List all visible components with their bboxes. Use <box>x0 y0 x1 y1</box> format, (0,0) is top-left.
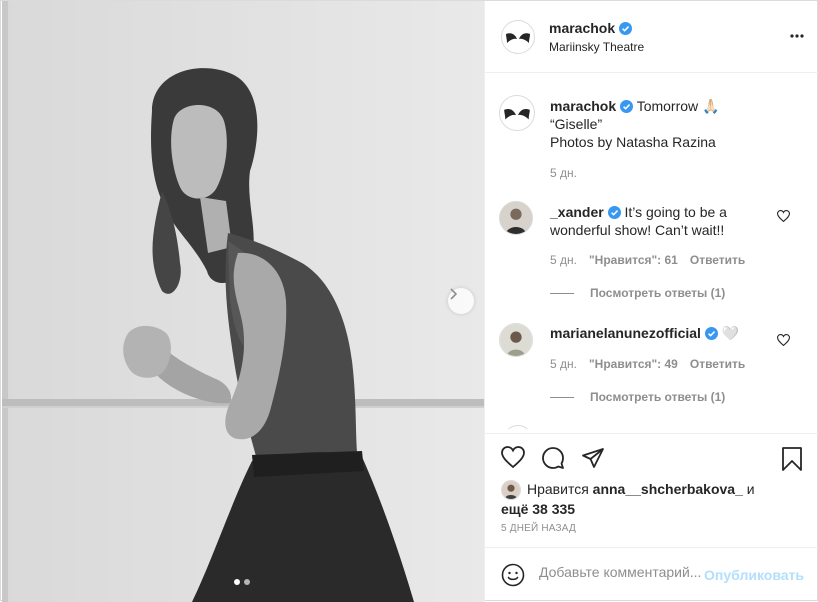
speech-bubble-icon <box>542 447 564 469</box>
chevron-right-icon <box>450 288 458 300</box>
comment-avatar[interactable] <box>499 323 533 357</box>
post-actions: Нравится anna__shcherbakova_ и ещё 38 33… <box>485 433 818 547</box>
heart-outline-icon <box>776 334 791 347</box>
comment-2-meta: 5 дн. "Нравится": 49 Ответить <box>550 357 745 371</box>
publish-button[interactable]: Опубликовать <box>704 567 804 583</box>
comment-1-likes[interactable]: "Нравится": 61 <box>589 253 678 267</box>
comment-1: _xander It’s going to be a wonderful sho… <box>550 203 780 239</box>
verified-badge-icon <box>704 327 718 340</box>
comment-2-like-button[interactable] <box>776 333 791 349</box>
bookmark-icon <box>782 447 802 471</box>
caption: marachok Tomorrow 🙏🏻 “Giselle” Photos by… <box>550 97 800 151</box>
ballerina-photo <box>2 1 484 602</box>
comment-1-username[interactable]: _xander <box>550 204 604 220</box>
user-photo-icon <box>500 324 532 356</box>
more-options-button[interactable] <box>789 28 805 47</box>
avatar[interactable] <box>501 20 535 54</box>
comment-1-view-replies[interactable]: Посмотреть ответы (1) <box>550 286 725 300</box>
comment-1-meta: 5 дн. "Нравится": 61 Ответить <box>550 253 745 267</box>
comment-2-reply-button[interactable]: Ответить <box>690 357 745 371</box>
comment-1-like-button[interactable] <box>776 209 791 225</box>
comment-input[interactable] <box>539 564 709 580</box>
comment-2-time[interactable]: 5 дн. <box>550 357 577 371</box>
more-horizontal-icon <box>790 34 804 38</box>
likes-summary: Нравится anna__shcherbakova_ и ещё 38 33… <box>501 480 755 518</box>
comment-2-text: 🤍 <box>721 325 740 341</box>
heart-icon <box>501 446 525 469</box>
header-username[interactable]: marachok <box>549 20 615 36</box>
header-location[interactable]: Mariinsky Theatre <box>549 40 644 54</box>
comment-button[interactable] <box>541 446 565 473</box>
comment-composer: Опубликовать <box>485 547 818 602</box>
caption-line-3: Photos by Natasha Razina <box>550 134 716 150</box>
post-header: marachok Mariinsky Theatre <box>485 1 818 73</box>
comments-list[interactable]: marachok Tomorrow 🙏🏻 “Giselle” Photos by… <box>485 73 818 429</box>
caption-username[interactable]: marachok <box>550 98 616 114</box>
comment-avatar-partial[interactable] <box>503 425 533 429</box>
comment-avatar[interactable] <box>499 201 533 235</box>
caption-line-1: Tomorrow 🙏🏻 <box>636 98 720 114</box>
user-photo-icon <box>500 202 532 234</box>
caption-time[interactable]: 5 дн. <box>550 166 577 180</box>
user-photo-icon <box>502 481 520 500</box>
wings-logo-icon <box>504 108 530 120</box>
liker-avatar[interactable] <box>501 480 521 501</box>
likes-connector: и <box>746 481 755 497</box>
like-button[interactable] <box>501 446 525 471</box>
save-button[interactable] <box>781 446 803 475</box>
next-slide-button[interactable] <box>448 288 474 314</box>
likes-prefix: Нравится <box>527 481 589 497</box>
post-modal: marachok Mariinsky Theatre marachok Tomo… <box>0 0 818 602</box>
carousel-indicator <box>234 579 250 585</box>
caption-avatar[interactable] <box>499 95 535 131</box>
post-side-panel: marachok Mariinsky Theatre marachok Tomo… <box>484 1 818 602</box>
comment-2: marianelanunezofficial 🤍 <box>550 324 780 342</box>
comment-1-reply-button[interactable]: Ответить <box>690 253 745 267</box>
paper-plane-icon <box>582 448 604 468</box>
heart-outline-icon <box>776 210 791 223</box>
comment-2-view-replies[interactable]: Посмотреть ответы (1) <box>550 390 725 404</box>
verified-badge-icon <box>607 206 621 219</box>
emoji-smile-icon <box>501 563 525 587</box>
wings-logo-icon <box>506 33 530 43</box>
comment-2-likes[interactable]: "Нравится": 49 <box>589 357 678 371</box>
likes-count[interactable]: ещё 38 335 <box>501 501 575 517</box>
verified-badge-icon <box>620 100 634 113</box>
emoji-button[interactable] <box>501 563 525 590</box>
likes-user[interactable]: anna__shcherbakova_ <box>593 481 743 497</box>
comment-2-username[interactable]: marianelanunezofficial <box>550 325 701 341</box>
carousel-dot <box>244 579 250 585</box>
verified-badge-icon <box>619 22 633 35</box>
comment-1-time[interactable]: 5 дн. <box>550 253 577 267</box>
view-replies-label: Посмотреть ответы (1) <box>590 390 726 404</box>
posted-time[interactable]: 5 ДНЕЙ НАЗАД <box>501 523 576 534</box>
share-button[interactable] <box>581 446 605 473</box>
carousel-dot-active <box>234 579 240 585</box>
view-replies-label: Посмотреть ответы (1) <box>590 286 726 300</box>
caption-line-2: “Giselle” <box>550 116 603 132</box>
post-photo[interactable] <box>2 1 484 602</box>
